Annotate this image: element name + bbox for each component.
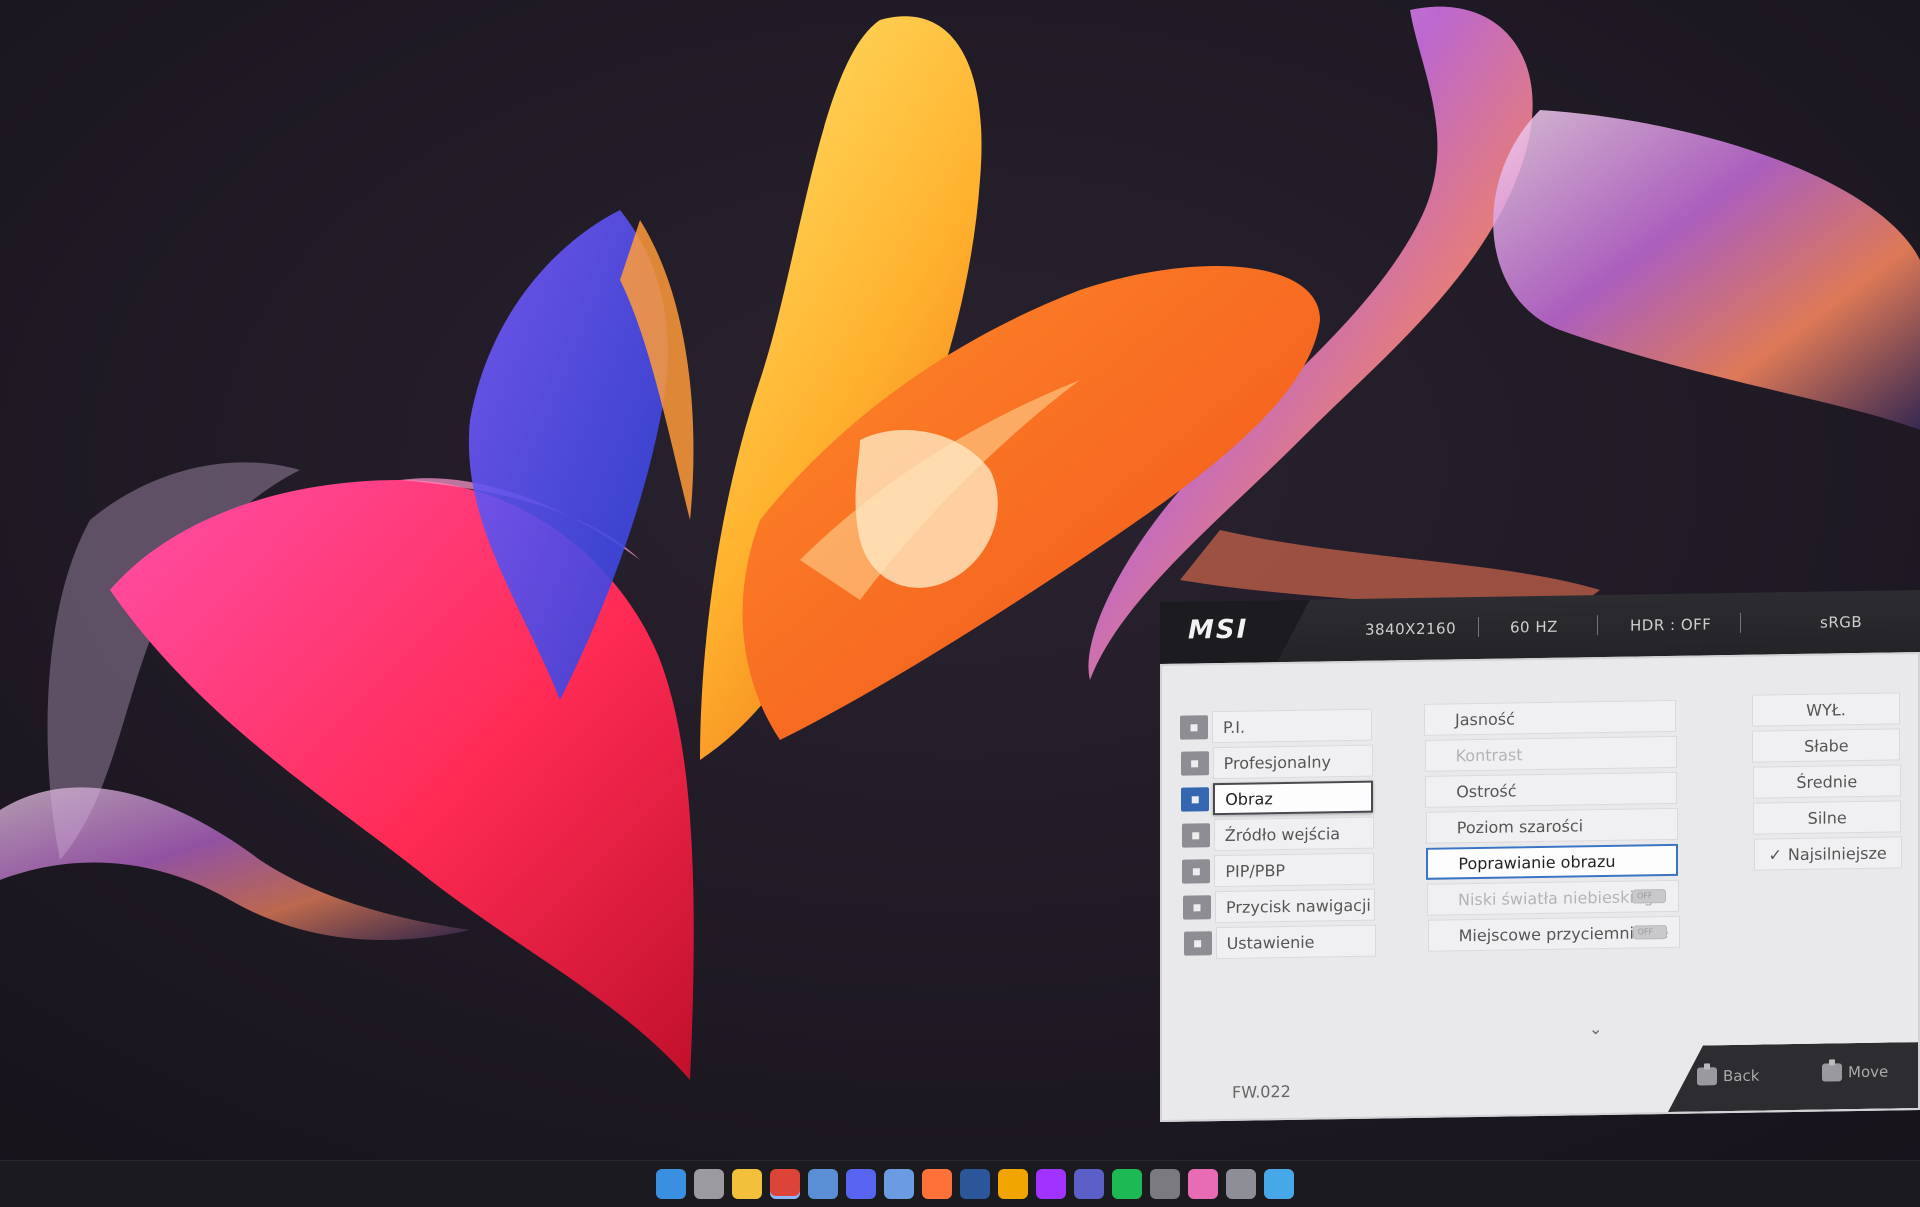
chrome-icon[interactable] xyxy=(770,1169,800,1199)
back-label: Back xyxy=(1723,1066,1760,1086)
windows-taskbar xyxy=(0,1160,1920,1207)
settings-sliders-icon: ▪ xyxy=(1183,931,1212,956)
navigation-icon: ▪ xyxy=(1183,895,1211,920)
windows-start-icon[interactable] xyxy=(656,1169,686,1199)
flag-icon: ▪ xyxy=(1180,751,1209,776)
move-button[interactable]: Move xyxy=(1822,1063,1888,1082)
teams-icon[interactable] xyxy=(1074,1169,1104,1199)
color-mode-readout: sRGB xyxy=(1820,612,1863,632)
option-item[interactable]: Silne xyxy=(1753,800,1902,835)
menu-item[interactable]: Źródło wejścia xyxy=(1213,816,1374,852)
osd-menu-body: ▪ P.I. ▪ Profesjonalny ▪ Obraz ▪ Źródło wejścia… xyxy=(1160,652,1920,1122)
option-item-label: Silne xyxy=(1807,807,1847,828)
menu-item[interactable]: Ustawienie xyxy=(1215,924,1376,960)
checkmark-icon: ✓ xyxy=(1768,844,1782,864)
edge-icon[interactable] xyxy=(998,1169,1028,1199)
firmware-version: FW.022 xyxy=(1232,1081,1291,1102)
status-divider xyxy=(1597,615,1598,636)
toggle-switch[interactable]: OFF xyxy=(1632,925,1667,940)
joystick-icon xyxy=(1822,1063,1842,1082)
menu-item[interactable]: P.I. xyxy=(1212,708,1372,744)
menu-item-label: P.I. xyxy=(1223,717,1246,737)
option-item[interactable]: Średnie xyxy=(1752,764,1901,799)
option-item[interactable]: ✓ Najsilniejsze xyxy=(1753,836,1902,871)
move-label: Move xyxy=(1848,1062,1889,1082)
submenu-item-label: Jasność xyxy=(1455,708,1515,729)
scroll-more-chevron-icon[interactable]: ⌄ xyxy=(1589,1019,1602,1038)
refresh-rate-readout: 60 HZ xyxy=(1510,617,1558,637)
file-explorer-icon[interactable] xyxy=(732,1169,762,1199)
resolution-readout: 3840X2160 xyxy=(1365,619,1457,639)
status-divider xyxy=(1740,612,1741,633)
firefox-icon[interactable] xyxy=(922,1169,952,1199)
gamepad-icon: ▪ xyxy=(1180,715,1208,740)
word-icon[interactable] xyxy=(960,1169,990,1199)
submenu-item[interactable]: Miejscowe przyciemnianie OFF xyxy=(1427,915,1680,952)
option-item-label: WYŁ. xyxy=(1806,699,1846,720)
submenu-item-label: Kontrast xyxy=(1455,744,1523,765)
msi-logo: MSI xyxy=(1188,614,1249,646)
option-item[interactable]: Słabe xyxy=(1752,728,1901,763)
toggle-switch[interactable]: OFF xyxy=(1632,889,1666,904)
task-view-icon[interactable] xyxy=(694,1169,724,1199)
submenu-item[interactable]: Poprawianie obrazu xyxy=(1426,843,1679,880)
submenu-item[interactable]: Jasność xyxy=(1424,699,1676,736)
image-icon: ▪ xyxy=(1181,787,1210,812)
option-item-label: Najsilniejsze xyxy=(1787,843,1887,864)
option-item[interactable]: WYŁ. xyxy=(1752,692,1900,727)
submenu-item[interactable]: Poziom szarości xyxy=(1425,807,1678,844)
notepad-icon[interactable] xyxy=(884,1169,914,1199)
settings-gear-icon[interactable] xyxy=(1226,1169,1256,1199)
menu-item-label: Ustawienie xyxy=(1226,932,1315,953)
submenu-item-label: Poprawianie obrazu xyxy=(1458,851,1616,873)
messenger-icon[interactable] xyxy=(1036,1169,1066,1199)
menu-item-label: PIP/PBP xyxy=(1225,860,1286,881)
paint-icon[interactable] xyxy=(1188,1169,1218,1199)
menu-item[interactable]: Przycisk nawigacji xyxy=(1215,888,1375,924)
submenu-item[interactable]: Kontrast xyxy=(1424,735,1677,772)
option-item-label: Średnie xyxy=(1796,771,1858,792)
calculator-icon[interactable] xyxy=(1150,1169,1180,1199)
menu-item-label: Profesjonalny xyxy=(1223,751,1332,773)
spotify-icon[interactable] xyxy=(1112,1169,1142,1199)
status-divider xyxy=(1478,616,1479,638)
menu-item-label: Przycisk nawigacji xyxy=(1226,895,1371,917)
menu-item-label: Źródło wejścia xyxy=(1224,823,1341,845)
input-arrow-icon: ▪ xyxy=(1181,823,1210,848)
submenu-item-label: Poziom szarości xyxy=(1456,815,1584,837)
option-item-label: Słabe xyxy=(1804,735,1849,756)
joystick-icon xyxy=(1697,1067,1717,1086)
menu-item[interactable]: Obraz xyxy=(1213,780,1374,816)
discord-icon[interactable] xyxy=(846,1169,876,1199)
menu-item[interactable]: PIP/PBP xyxy=(1214,852,1375,888)
photos-icon[interactable] xyxy=(808,1169,838,1199)
submenu-item[interactable]: Ostrość xyxy=(1425,771,1678,808)
monitor-osd-panel: MSI 3840X2160 60 HZ HDR : OFF sRGB ▪ P.I.… xyxy=(1160,590,1920,1122)
submenu-item[interactable]: Niski światła niebieskiego OFF xyxy=(1427,879,1679,916)
pip-icon: ▪ xyxy=(1182,859,1211,884)
menu-item[interactable]: Profesjonalny xyxy=(1212,744,1373,780)
back-button[interactable]: Back xyxy=(1697,1067,1759,1086)
menu-item-label: Obraz xyxy=(1225,788,1273,809)
hdr-status-readout: HDR : OFF xyxy=(1630,615,1712,635)
notes-icon[interactable] xyxy=(1264,1169,1294,1199)
submenu-item-label: Ostrość xyxy=(1456,780,1517,801)
